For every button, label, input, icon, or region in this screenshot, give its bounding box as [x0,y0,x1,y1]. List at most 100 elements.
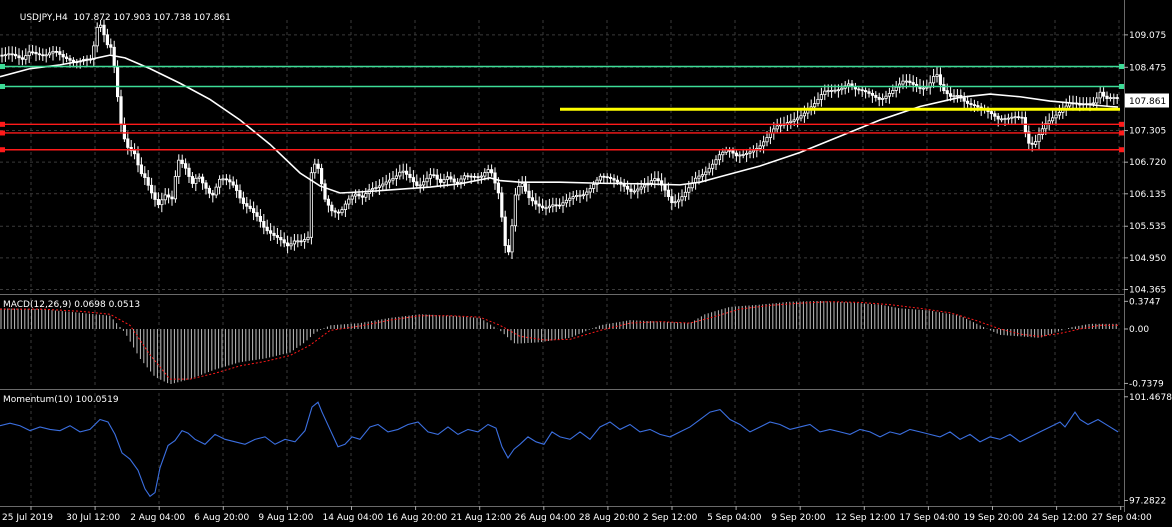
candle-body [309,172,314,238]
candle-body [874,94,878,98]
candle-body [221,178,225,181]
candle-body [3,54,7,57]
candle-body [126,138,130,148]
candle-body [432,174,436,177]
support-marker-right [1119,147,1124,153]
candle-body [350,195,354,200]
candle-body [592,184,596,189]
candle-body [639,186,643,190]
candle-body [112,46,116,68]
support-marker-right [1119,121,1124,127]
candle-body [819,94,824,100]
candle-body [870,92,875,96]
candle-body [483,172,487,177]
candle-body [765,137,769,143]
candle-body [792,119,796,122]
candle-body [724,149,728,153]
momentum-header: Momentum(10) 100.0519 [3,395,119,405]
candle-body [452,178,456,183]
candle-body [24,55,28,60]
candle-body [826,90,830,93]
candle-body [248,205,252,209]
candle-body [1091,102,1095,105]
candle-body [30,51,35,54]
resistance-marker-left [0,63,5,69]
candle-body [1102,91,1106,97]
candle-body [285,242,290,247]
candle-body [187,167,191,177]
candle-body [282,239,286,244]
macd-tick-label: -0.7379 [1129,379,1164,389]
candle-body [136,153,140,166]
candle-body [643,184,647,188]
price-tick-label: 107.305 [1129,127,1166,137]
momentum-tick-label: 97.2822 [1129,496,1166,506]
candle-body [598,175,603,181]
price-tick-label: 105.535 [1129,222,1166,232]
candle-body [255,212,259,217]
time-tick-label: 25 Jul 2019 [2,513,53,523]
candle-body [666,189,671,197]
candle-body [353,193,358,197]
candle-body [976,105,980,108]
symbol-label: USDJPY,H4 [19,13,68,23]
candle-body [377,185,382,188]
time-tick-label: 21 Aug 12:00 [451,513,512,523]
candle-body [768,132,773,138]
candle-body [1105,95,1109,99]
candle-body [27,51,31,57]
candle-body [551,204,555,207]
candle-body [738,154,742,157]
candle-body [629,188,633,192]
candle-body [231,181,235,186]
candle-body [333,210,337,213]
candle-body [459,178,463,183]
candle-body [262,221,266,228]
candle-body [503,216,507,246]
time-tick-label: 16 Aug 20:00 [387,513,448,523]
chart-canvas: 109.075 108.475 107.305 106.720 106.135 105.5… [0,0,1172,527]
candle-body [421,181,426,186]
candle-body [387,179,392,183]
candle-body [908,80,912,83]
candle-body [887,93,892,97]
candle-body [445,176,450,180]
candle-body [921,87,926,90]
candle-body [877,97,881,100]
candle-body [71,59,75,63]
candle-body [411,177,416,183]
candle-body [238,190,242,199]
candle-body [370,188,375,191]
candle-body [717,154,722,161]
candle-body [48,52,52,56]
candle-body [741,154,745,156]
candle-body [99,24,103,28]
time-tick-label: 9 Sep 20:00 [771,513,826,523]
candle-body [156,199,160,206]
candle-body [207,187,211,194]
candle-body [588,188,592,193]
price-tick-label: 108.475 [1129,63,1166,73]
candle-body [799,115,803,119]
candle-body [711,163,715,169]
candle-body [408,173,412,178]
candle-body [857,88,861,91]
candle-body [609,176,613,179]
candle-body [734,152,739,157]
candle-body [394,175,399,179]
candle-body [1054,114,1058,119]
candle-body [578,194,582,197]
candle-body [707,167,711,173]
candle-body [109,44,113,48]
candle-body [673,201,677,204]
candle-body [13,53,18,57]
candle-body [864,90,868,93]
momentum-tick-label: 101.4678 [1129,393,1172,403]
candle-body [92,45,96,60]
candle-body [296,240,300,243]
time-tick-label: 28 Aug 20:00 [579,513,640,523]
candle-body [214,186,218,196]
candle-body [418,184,422,187]
candle-body [166,194,171,198]
candle-body [513,194,518,227]
